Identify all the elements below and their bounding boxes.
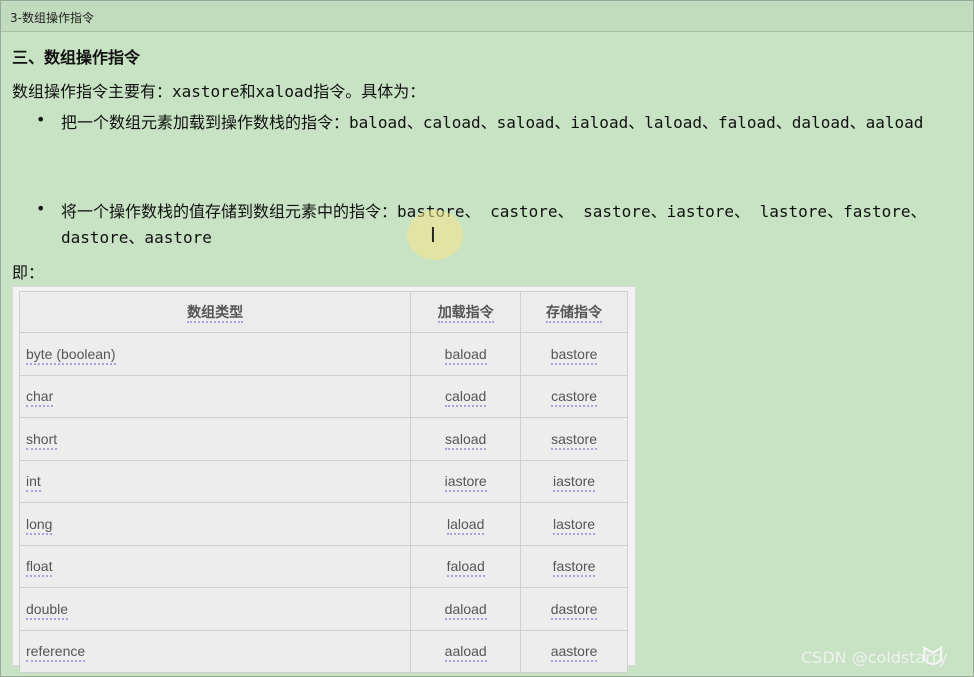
intro-paragraph: 数组操作指令主要有：xastore和xaload指令。具体为：	[12, 78, 425, 102]
bullet-label: 将一个操作数栈的值存储到数组元素中的指令：	[61, 202, 398, 221]
store-instruction-cell: iastore	[520, 459, 628, 503]
intro-prefix: 数组操作指令主要有：	[12, 82, 173, 101]
table-row: float faload fastore	[18, 544, 628, 588]
store-instruction-cell: aastore	[520, 629, 628, 673]
instruction-table: 数组类型 加载指令 存储指令 byte (boolean) baload bas…	[18, 291, 628, 673]
store-instruction-cell: fastore	[520, 544, 628, 588]
load-instruction-cell: saload	[410, 417, 522, 461]
store-instruction-cell: lastore	[520, 502, 628, 546]
header-store-instruction: 存储指令	[520, 291, 628, 333]
store-instruction-cell: castore	[520, 374, 628, 418]
array-type-cell: double	[18, 587, 412, 631]
bullet-dot-icon: •	[36, 199, 46, 218]
intro-mid: 和	[239, 82, 256, 101]
header-load-instruction: 加载指令	[410, 291, 522, 333]
load-instruction-cell: baload	[410, 332, 522, 376]
table-row: int iastore iastore	[18, 459, 628, 503]
array-type-cell: float	[18, 544, 412, 588]
load-instruction-list: baload、caload、saload、iaload、laload、faloa…	[349, 113, 924, 132]
window-title: 3-数组操作指令	[10, 11, 94, 25]
array-type-cell: long	[18, 502, 412, 546]
table-row: char caload castore	[18, 374, 628, 418]
store-instruction-cell: bastore	[520, 332, 628, 376]
store-instruction-cell: sastore	[520, 417, 628, 461]
bilibili-corner-icon: ᗢ	[922, 642, 944, 672]
load-instruction-cell: aaload	[410, 629, 522, 673]
intro-code-xaload: xaload	[255, 82, 314, 101]
load-instruction-cell: daload	[410, 587, 522, 631]
table-row: double daload dastore	[18, 587, 628, 631]
load-instruction-cell: caload	[410, 374, 522, 418]
bullet-label: 把一个数组元素加载到操作数栈的指令：	[61, 113, 350, 132]
array-type-cell: short	[18, 417, 412, 461]
array-type-cell: byte (boolean)	[18, 332, 412, 376]
array-type-cell: int	[18, 459, 412, 503]
table-row: short saload sastore	[18, 417, 628, 461]
intro-suffix: 指令。具体为：	[313, 82, 426, 101]
intro-code-xastore: xastore	[172, 82, 240, 101]
bullet-text: 把一个数组元素加载到操作数栈的指令：baload、caload、saload、i…	[61, 110, 966, 136]
array-type-cell: char	[18, 374, 412, 418]
summary-label: 即：	[12, 263, 45, 282]
bullet-dot-icon: •	[36, 110, 46, 129]
window-title-bar: 3-数组操作指令	[1, 1, 973, 32]
load-instruction-cell: faload	[410, 544, 522, 588]
load-instruction-cell: iastore	[410, 459, 522, 503]
text-cursor-icon: I	[430, 223, 436, 247]
table-row: long laload lastore	[18, 502, 628, 546]
table-header-row: 数组类型 加载指令 存储指令	[18, 291, 628, 333]
instruction-table-image: 数组类型 加载指令 存储指令 byte (boolean) baload bas…	[12, 286, 636, 673]
section-heading: 三、数组操作指令	[12, 48, 141, 67]
store-instruction-cell: dastore	[520, 587, 628, 631]
table-row: byte (boolean) baload bastore	[18, 332, 628, 376]
header-array-type: 数组类型	[18, 291, 412, 333]
load-instruction-cell: laload	[410, 502, 522, 546]
table-row: reference aaload aastore	[18, 629, 628, 673]
array-type-cell: reference	[18, 629, 412, 673]
bullet-text: 将一个操作数栈的值存储到数组元素中的指令：bastore、 castore、 s…	[61, 199, 966, 251]
